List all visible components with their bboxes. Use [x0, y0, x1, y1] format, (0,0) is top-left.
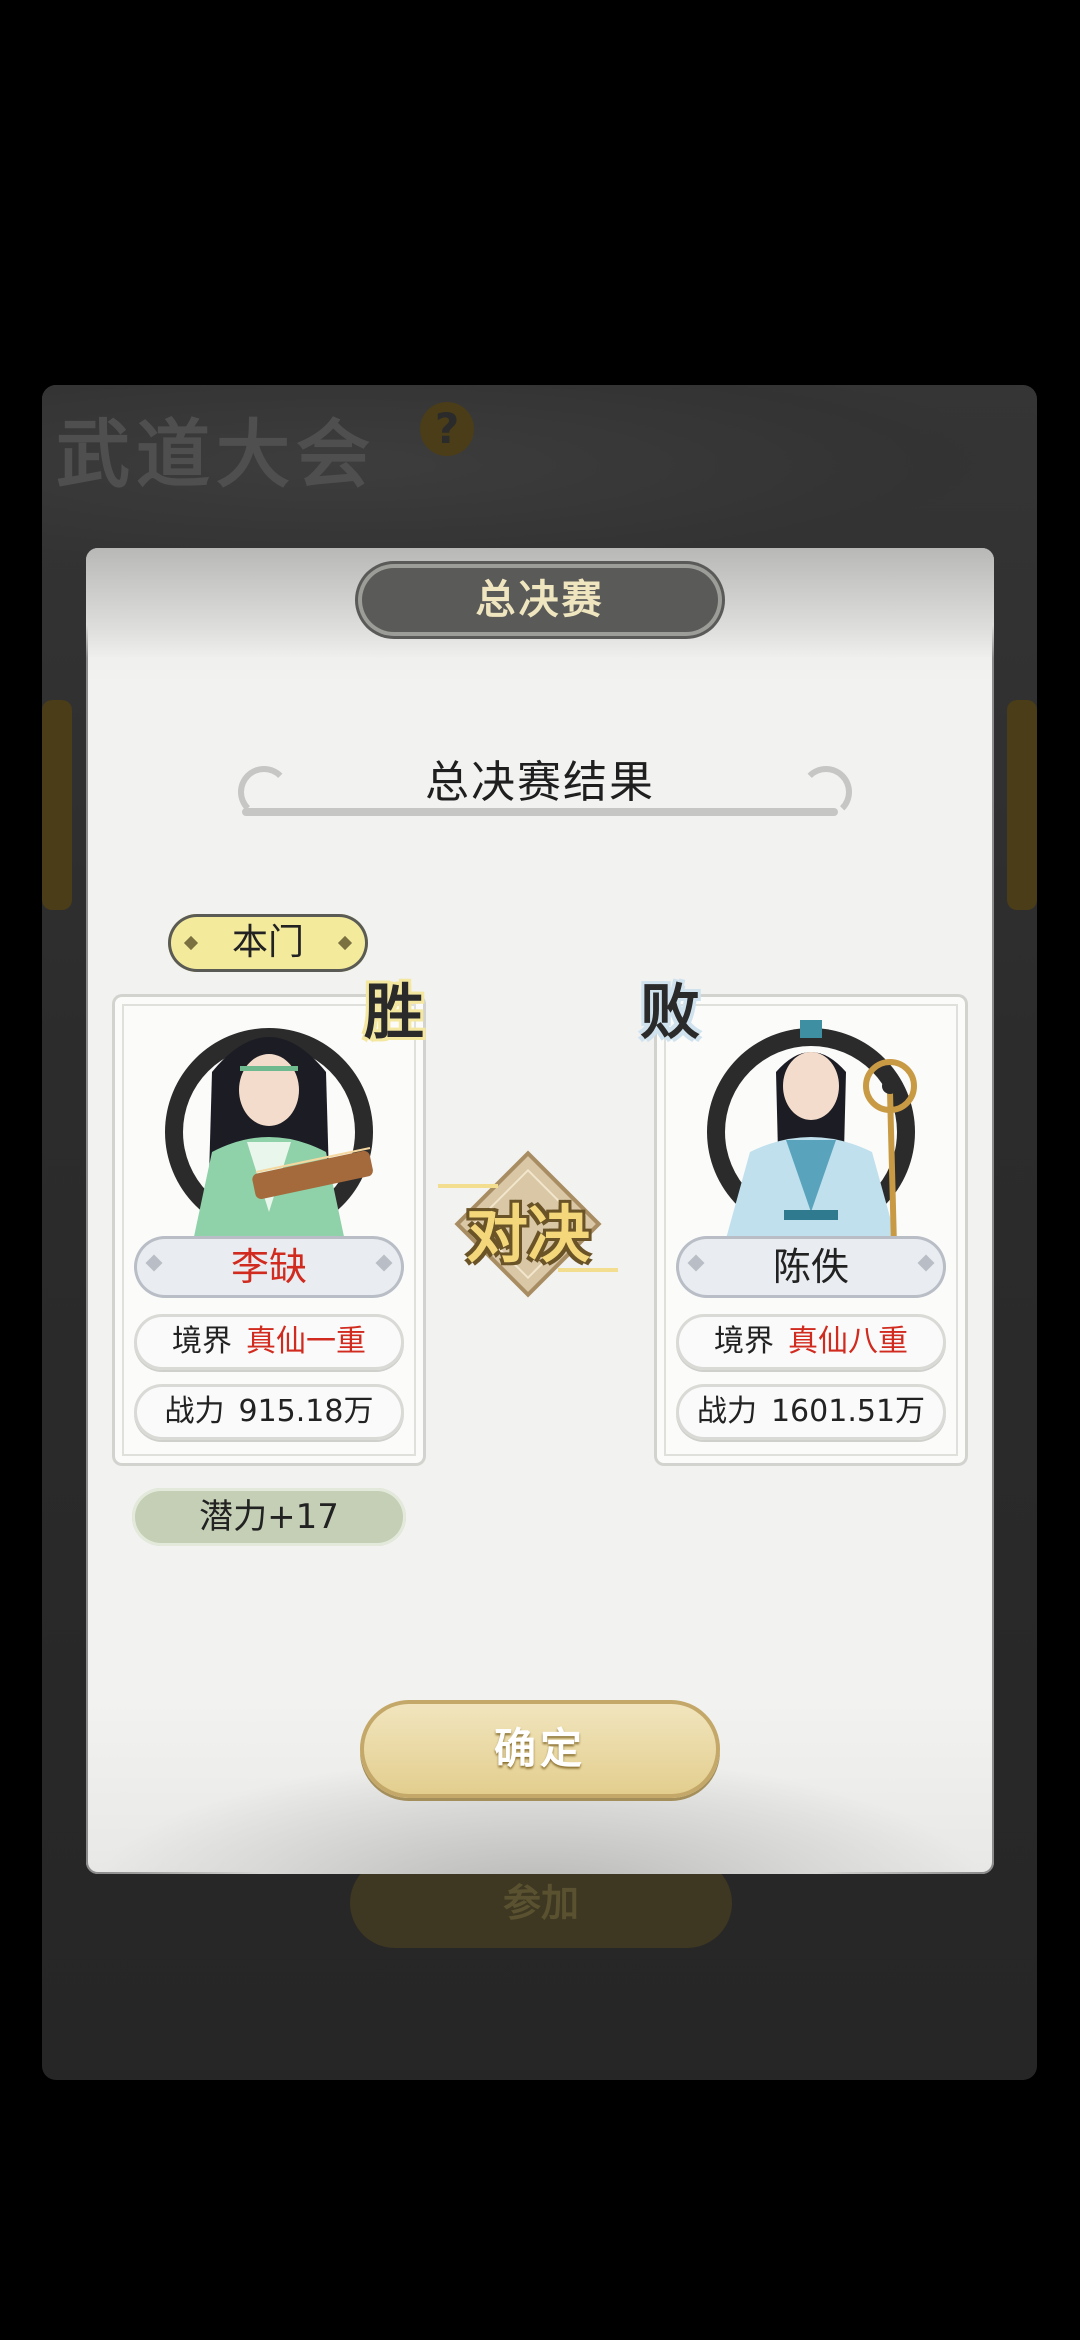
sect-tag-label: 本门	[231, 922, 304, 963]
subtitle-divider	[242, 808, 838, 816]
right-player-card: 陈佚 境界 真仙八重 战力 1601.51万	[654, 994, 968, 1466]
win-badge: 胜	[364, 978, 424, 1048]
own-sect-tag: 本门	[168, 914, 368, 972]
realm-label: 境界	[714, 1324, 774, 1359]
power-label: 战力	[164, 1394, 225, 1429]
pill-diamond-right	[917, 1254, 935, 1272]
pill-diamond-left	[687, 1254, 705, 1272]
right-player-name: 陈佚	[772, 1245, 849, 1289]
left-player-portrait	[165, 1028, 373, 1246]
pill-diamond-left	[145, 1254, 163, 1272]
background-right-accent	[1007, 700, 1037, 910]
dialog-header: 总决赛	[362, 568, 718, 632]
potential-badge: 潜力+17	[132, 1488, 406, 1546]
help-icon[interactable]: ?	[420, 402, 474, 456]
power-value: 915.18万	[238, 1394, 374, 1429]
background-left-accent	[42, 700, 72, 910]
tag-diamond-right	[337, 935, 353, 951]
right-player-power: 战力 1601.51万	[676, 1384, 946, 1440]
left-player-realm: 境界 真仙一重	[134, 1314, 404, 1370]
realm-label: 境界	[172, 1324, 232, 1359]
confirm-button[interactable]: 确定	[360, 1700, 720, 1798]
tag-diamond-left	[183, 935, 199, 951]
left-player-name: 李缺	[230, 1245, 307, 1289]
realm-value: 真仙八重	[788, 1324, 908, 1359]
right-player-portrait	[707, 1020, 917, 1246]
dialog-subtitle: 总决赛结果	[425, 757, 655, 808]
versus-emblem: 对决	[438, 1134, 618, 1314]
left-player-card: 李缺 境界 真仙一重 战力 915.18万	[112, 994, 426, 1466]
versus-label: 对决	[465, 1198, 590, 1271]
right-player-realm: 境界 真仙八重	[676, 1314, 946, 1370]
background-title: 武道大会	[56, 412, 376, 498]
lose-badge: 败	[640, 978, 700, 1048]
left-player-name-pill: 李缺	[134, 1236, 404, 1298]
power-value: 1601.51万	[770, 1394, 926, 1429]
pill-diamond-right	[375, 1254, 393, 1272]
right-player-name-pill: 陈佚	[676, 1236, 946, 1298]
power-label: 战力	[696, 1394, 757, 1429]
left-player-power: 战力 915.18万	[134, 1384, 404, 1440]
realm-value: 真仙一重	[246, 1324, 366, 1359]
